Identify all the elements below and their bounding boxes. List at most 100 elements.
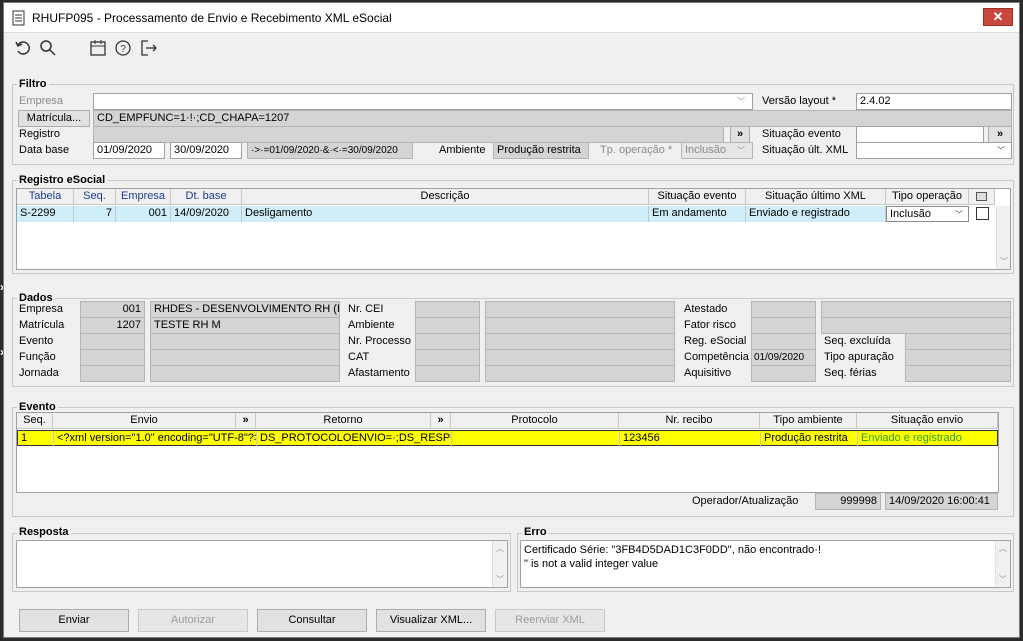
col-header-situacao-xml[interactable]: Situação último XML <box>746 189 886 205</box>
empresa-label: Empresa <box>19 95 64 107</box>
erro-textarea[interactable]: Certificado Série: "3FB4D5DAD1C3F0DD", n… <box>520 540 1011 588</box>
erro-line-1: Certificado Série: "3FB4D5DAD1C3F0DD", n… <box>524 544 821 556</box>
dados-funcao-code <box>80 349 145 366</box>
dados-evento-name <box>150 333 340 350</box>
col-header-situacao-evento[interactable]: Situação evento <box>649 189 746 205</box>
data-fim-input[interactable]: 30/09/2020 <box>170 142 242 159</box>
operador-label: Operador/Atualização <box>692 495 799 507</box>
matricula-button[interactable]: Matrícula... <box>18 110 90 127</box>
data-inicio-input[interactable]: 01/09/2020 <box>93 142 165 159</box>
cell-dt-base: 14/09/2020 <box>171 206 242 222</box>
situacao-evento-label: Situação evento <box>762 128 841 140</box>
operador-value: 999998 <box>815 493 881 510</box>
cat-label: CAT <box>348 351 370 363</box>
help-icon[interactable]: ? <box>114 39 132 57</box>
chevron-up-icon[interactable]: ︿ <box>496 543 504 554</box>
scrollbar[interactable]: ﹀ <box>996 206 1010 269</box>
resposta-textarea[interactable] <box>16 540 508 588</box>
close-button[interactable]: ✕ <box>983 8 1013 26</box>
chevron-down-icon[interactable]: ﹀ <box>1000 256 1008 267</box>
col-header-tipo-operacao[interactable]: Tipo operação <box>886 189 969 205</box>
empresa-select[interactable] <box>93 93 753 110</box>
tp-operacao-label: Tp. operação * <box>600 144 673 156</box>
visualizar-xml-button[interactable]: Visualizar XML... <box>376 609 486 632</box>
ambiente-code <box>415 317 480 334</box>
col-header-protocolo[interactable]: Protocolo <box>451 413 619 429</box>
data-expression: ·>·=01/09/2020·&·<·=30/09/2020 <box>247 142 413 159</box>
calendar-icon[interactable] <box>89 39 107 57</box>
col-header-dt-base[interactable]: Dt. base <box>171 189 242 205</box>
dados-empresa-name: RHDES - DESENVOLVIMENTO RH (EMP <box>150 301 340 318</box>
scrollbar[interactable]: ︿ ﹀ <box>995 541 1010 587</box>
dados-jornada-name <box>150 365 340 382</box>
aquisitivo-label: Aquisitivo <box>684 367 732 379</box>
versao-layout-label: Versão layout * <box>762 95 836 107</box>
col-header-tipo-ambiente[interactable]: Tipo ambiente <box>760 413 857 429</box>
dados-ambiente-label: Ambiente <box>348 319 395 331</box>
autorizar-button[interactable]: Autorizar <box>138 609 248 632</box>
reg-esocial-value <box>751 333 816 350</box>
col-header-descricao[interactable]: Descrição <box>242 189 649 205</box>
row-checkbox[interactable] <box>976 207 989 220</box>
ambiente-value: Produção restrita <box>493 142 589 159</box>
checkbox-icon <box>976 192 987 201</box>
col-header-seq[interactable]: Seq. <box>74 189 116 205</box>
reenviar-xml-button[interactable]: Reenviar XML <box>495 609 605 632</box>
col-header-retorno-expand[interactable]: » <box>431 413 451 429</box>
cat-value <box>485 349 675 366</box>
registro-input[interactable] <box>93 126 724 143</box>
nr-cei-value <box>485 301 675 318</box>
col-header-envio-expand[interactable]: » <box>236 413 256 429</box>
situacao-ult-xml-label: Situação últ. XML <box>762 144 849 156</box>
nr-cei-code <box>415 301 480 318</box>
dados-empresa-code: 001 <box>80 301 145 318</box>
registro-esocial-legend: Registro eSocial <box>17 174 108 186</box>
cell-retorno: DS_PROTOCOLOENVIO=·;DS_RESPOST <box>257 431 452 447</box>
table-row[interactable]: 1 <?xml version="1.0" encoding="UTF-8"?>… <box>17 430 998 447</box>
search-icon[interactable] <box>39 39 57 57</box>
tipo-apuracao-value <box>905 349 1011 366</box>
seq-excluida-value <box>905 333 1011 350</box>
col-header-tabela[interactable]: Tabela <box>17 189 74 205</box>
enviar-button[interactable]: Enviar <box>19 609 129 632</box>
chevron-down-icon[interactable]: ﹀ <box>999 574 1007 585</box>
ambiente-label: Ambiente <box>439 144 486 156</box>
chevron-up-icon[interactable]: ︿ <box>999 543 1007 554</box>
cat-code <box>415 349 480 366</box>
situacao-evento-lookup-button[interactable]: » <box>988 126 1012 143</box>
cell-tipo-ambiente: Produção restrita <box>761 431 858 447</box>
dados-matricula-code: 1207 <box>80 317 145 334</box>
seq-ferias-value <box>905 365 1011 382</box>
col-header-empresa[interactable]: Empresa <box>116 189 171 205</box>
exit-icon[interactable] <box>140 39 158 57</box>
situacao-ult-xml-select[interactable] <box>856 142 1012 159</box>
col-header-retorno[interactable]: Retorno <box>256 413 431 429</box>
cell-envio: <?xml version="1.0" encoding="UTF-8"?> <box>54 431 257 447</box>
consultar-button[interactable]: Consultar <box>257 609 367 632</box>
dados-empresa-label: Empresa <box>19 303 64 315</box>
seq-excluida-label: Seq. excluída <box>824 335 891 347</box>
scrollbar[interactable]: ︿ ﹀ <box>492 541 507 587</box>
dados-matricula-label: Matrícula <box>19 319 65 331</box>
cell-seq: 1 <box>18 431 54 447</box>
versao-layout-input[interactable]: 2.4.02 <box>856 93 1012 110</box>
title-bar: RHUFP095 - Processamento de Envio e Rece… <box>4 3 1019 33</box>
col-header-situacao-envio[interactable]: Situação envio <box>857 413 998 429</box>
col-header-nr-recibo[interactable]: Nr. recibo <box>619 413 760 429</box>
dados-evento-label: Evento <box>19 335 54 347</box>
chevron-down-icon[interactable]: ﹀ <box>496 574 504 585</box>
seq-ferias-label: Seq. férias <box>824 367 877 379</box>
situacao-evento-input[interactable] <box>856 126 984 143</box>
main-window: RHUFP095 - Processamento de Envio e Rece… <box>3 2 1020 638</box>
cell-seq: 7 <box>74 206 116 222</box>
col-header-seq[interactable]: Seq. <box>17 413 53 429</box>
resposta-legend: Resposta <box>17 526 71 538</box>
fator-risco-label: Fator risco <box>684 319 736 331</box>
col-header-select-all[interactable] <box>969 189 995 205</box>
table-row[interactable]: S-2299 7 001 14/09/2020 Desligamento Em … <box>17 206 969 222</box>
undo-icon[interactable] <box>14 39 32 57</box>
registro-lookup-button[interactable]: » <box>730 126 750 143</box>
col-header-envio[interactable]: Envio <box>53 413 236 429</box>
registro-esocial-grid: Tabela Seq. Empresa Dt. base Descrição S… <box>16 188 1011 270</box>
fator-risco-code <box>751 317 816 334</box>
